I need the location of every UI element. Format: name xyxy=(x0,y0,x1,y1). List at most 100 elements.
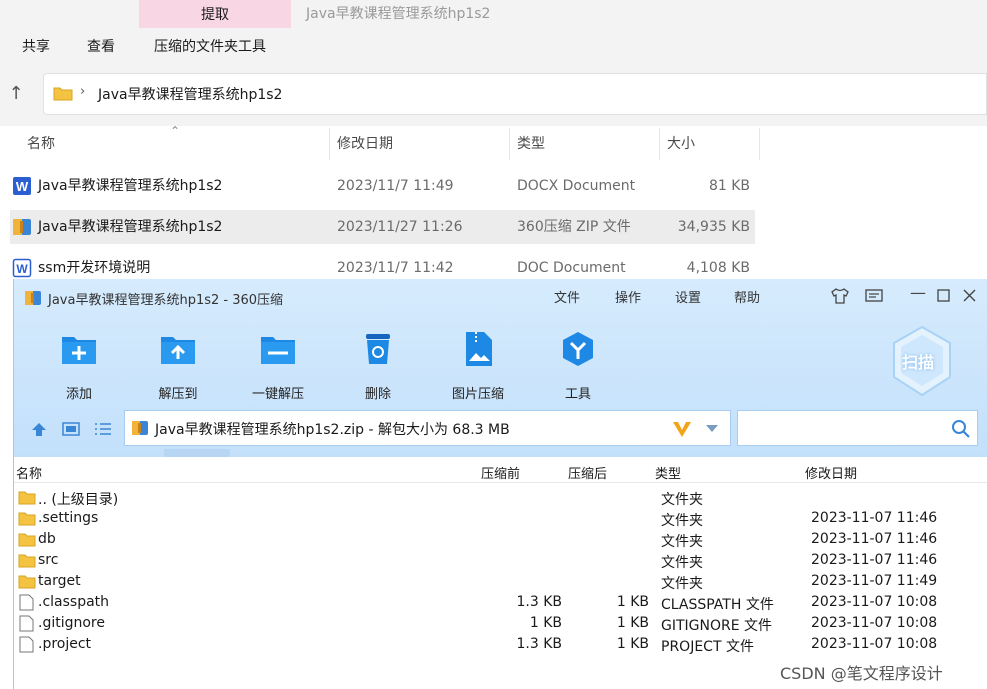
folder-icon xyxy=(18,554,36,568)
extract-to-button[interactable]: 解压到 xyxy=(138,329,218,402)
col-date[interactable]: 修改日期 xyxy=(337,128,393,160)
col-divider[interactable] xyxy=(329,128,330,160)
entry-date: 2023-11-07 11:49 xyxy=(811,573,938,589)
archive-row[interactable]: .. (上级目录) 文件夹 xyxy=(14,487,987,508)
entry-type: CLASSPATH 文件 xyxy=(661,597,774,613)
col-size[interactable]: 大小 xyxy=(667,128,695,160)
list-view-icon[interactable] xyxy=(94,421,112,437)
address-path: Java早教课程管理系统hp1s2 xyxy=(98,87,283,103)
entry-type: 文件夹 xyxy=(661,534,703,550)
tab-view[interactable]: 查看 xyxy=(87,36,115,56)
add-icon xyxy=(62,337,96,364)
col-divider[interactable] xyxy=(509,128,510,160)
archive-row[interactable]: .project 1.3 KB 1 KB PROJECT 文件 2023-11-… xyxy=(14,634,987,655)
entry-type: 文件夹 xyxy=(661,513,703,529)
archive-row[interactable]: target 文件夹 2023-11-07 11:49 xyxy=(14,571,987,592)
entry-name: .settings xyxy=(38,510,99,526)
col-divider[interactable] xyxy=(659,128,660,160)
entry-size-before: 1.3 KB xyxy=(516,594,563,610)
tool-label: 解压到 xyxy=(158,387,198,402)
menu-file[interactable]: 文件 xyxy=(554,287,580,306)
entry-name: .gitignore xyxy=(38,615,105,631)
tool-label: 添加 xyxy=(65,387,92,402)
file-date: 2023/11/27 11:26 xyxy=(337,219,463,235)
entry-type: GITIGNORE 文件 xyxy=(661,618,773,634)
entry-type: 文件夹 xyxy=(661,492,703,508)
tab-extract[interactable]: 提取 xyxy=(139,0,291,28)
folder-icon xyxy=(18,491,36,505)
zcol-before[interactable]: 压缩前 xyxy=(481,463,520,482)
entry-size-after: 1 KB xyxy=(616,636,649,652)
zip-list-header: 名称 压缩前 压缩后 类型 修改日期 xyxy=(14,459,987,483)
v-logo-icon[interactable] xyxy=(671,419,693,439)
archive-row[interactable]: db 文件夹 2023-11-07 11:46 xyxy=(14,529,987,550)
feedback-icon[interactable] xyxy=(864,288,884,304)
chevron-right-icon[interactable]: › xyxy=(80,84,85,99)
col-type[interactable]: 类型 xyxy=(517,128,545,160)
close-icon[interactable] xyxy=(963,289,977,303)
archive-row[interactable]: src 文件夹 2023-11-07 11:46 xyxy=(14,550,987,571)
file-row[interactable]: W Java早教课程管理系统hp1s2 2023/11/7 11:49 DOCX… xyxy=(10,169,755,203)
delete-button[interactable]: 删除 xyxy=(338,329,418,402)
archive-row[interactable]: .classpath 1.3 KB 1 KB CLASSPATH 文件 2023… xyxy=(14,592,987,613)
col-divider[interactable] xyxy=(759,128,760,160)
zip-archive-icon xyxy=(13,219,31,235)
menu-help[interactable]: 帮助 xyxy=(734,287,760,306)
zip-window-title: Java早教课程管理系统hp1s2 - 360压缩 xyxy=(48,293,284,308)
up-arrow-icon[interactable]: ↑ xyxy=(6,84,26,104)
scan-button[interactable]: 扫描 xyxy=(890,325,954,397)
zcol-type[interactable]: 类型 xyxy=(655,463,681,482)
zip-archive-icon xyxy=(132,421,148,435)
tools-button[interactable]: 工具 xyxy=(538,329,618,402)
extract-icon xyxy=(161,337,195,364)
file-icon xyxy=(19,636,34,653)
image-compress-button[interactable]: 图片压缩 xyxy=(438,329,518,402)
archive-path-bar[interactable]: Java早教课程管理系统hp1s2.zip - 解包大小为 68.3 MB xyxy=(124,410,731,446)
folder-icon xyxy=(18,533,36,547)
archive-search-input[interactable] xyxy=(737,410,978,446)
entry-size-before: 1 KB xyxy=(529,615,562,631)
tab-compressed-folder-tools[interactable]: 压缩的文件夹工具 xyxy=(154,36,266,56)
archive-row[interactable]: .settings 文件夹 2023-11-07 11:46 xyxy=(14,508,987,529)
maximize-icon[interactable] xyxy=(937,289,951,303)
file-type: 360压缩 ZIP 文件 xyxy=(517,219,631,235)
zcol-after[interactable]: 压缩后 xyxy=(568,463,607,482)
splitter-handle[interactable] xyxy=(164,449,230,457)
entry-size-before: 1.3 KB xyxy=(516,636,563,652)
svg-text:W: W xyxy=(16,179,29,194)
search-icon[interactable] xyxy=(951,419,971,439)
file-type: DOCX Document xyxy=(517,178,636,194)
thumbnail-view-icon[interactable] xyxy=(62,421,80,437)
file-row-selected[interactable]: Java早教课程管理系统hp1s2 2023/11/27 11:26 360压缩… xyxy=(10,210,755,244)
dropdown-arrow-icon[interactable] xyxy=(705,424,719,434)
one-click-extract-button[interactable]: 一键解压 xyxy=(238,329,318,402)
menu-operation[interactable]: 操作 xyxy=(615,287,641,306)
skin-shirt-icon[interactable] xyxy=(830,287,850,305)
entry-date: 2023-11-07 11:46 xyxy=(811,531,938,547)
entry-date: 2023-11-07 10:08 xyxy=(811,636,938,652)
entry-name: src xyxy=(38,552,59,568)
zcol-date[interactable]: 修改日期 xyxy=(805,463,857,482)
entry-date: 2023-11-07 10:08 xyxy=(811,615,938,631)
file-date: 2023/11/7 11:49 xyxy=(337,178,454,194)
entry-date: 2023-11-07 11:46 xyxy=(811,552,938,568)
zcol-name[interactable]: 名称 xyxy=(16,463,42,482)
menu-settings[interactable]: 设置 xyxy=(675,287,701,306)
svg-text:W: W xyxy=(16,262,28,276)
entry-name: db xyxy=(38,531,56,547)
add-button[interactable]: 添加 xyxy=(39,329,119,402)
entry-name: .. (上级目录) xyxy=(38,492,119,508)
folder-icon xyxy=(53,87,73,101)
archive-path-text: Java早教课程管理系统hp1s2.zip - 解包大小为 68.3 MB xyxy=(155,422,510,438)
col-name[interactable]: 名称 xyxy=(27,128,55,160)
entry-date: 2023-11-07 11:46 xyxy=(811,510,938,526)
file-size: 34,935 KB xyxy=(677,219,750,235)
tab-share[interactable]: 共享 xyxy=(22,36,50,56)
tool-label: 工具 xyxy=(564,387,591,402)
explorer-ribbon-tabs: 共享 查看 压缩的文件夹工具 xyxy=(0,28,987,66)
archive-row[interactable]: .gitignore 1 KB 1 KB GITIGNORE 文件 2023-1… xyxy=(14,613,987,634)
file-name: Java早教课程管理系统hp1s2 xyxy=(38,219,223,235)
up-level-icon[interactable] xyxy=(30,421,48,437)
minimize-icon[interactable]: — xyxy=(910,283,926,302)
tool-label: 删除 xyxy=(364,387,391,402)
